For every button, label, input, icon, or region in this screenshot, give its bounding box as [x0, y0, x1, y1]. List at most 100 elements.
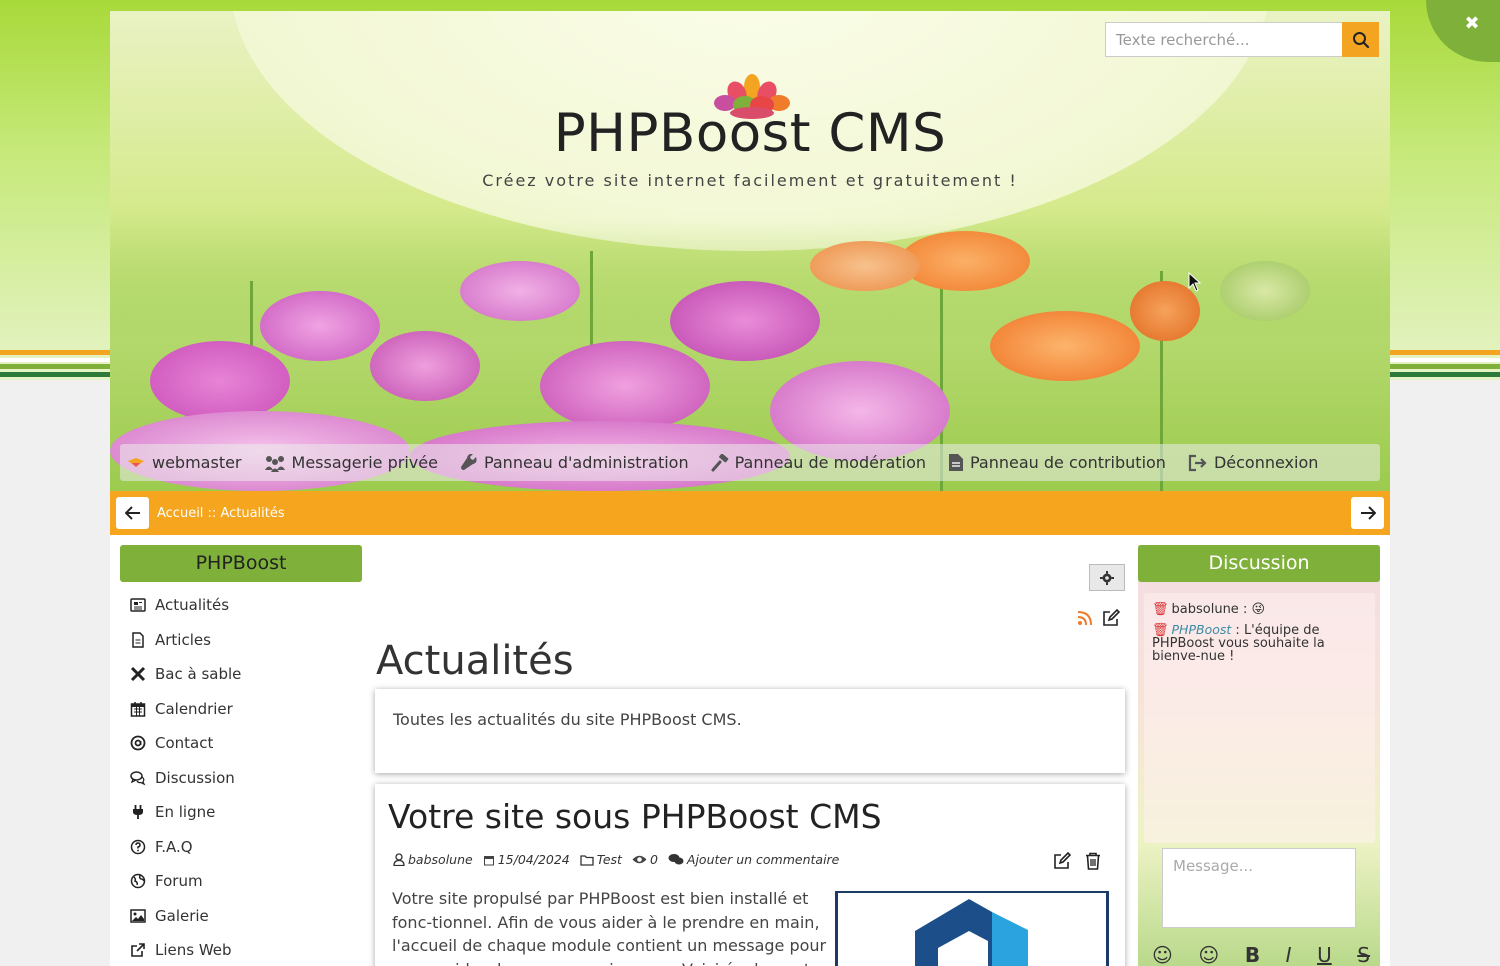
user-menu-item-messagerie[interactable]: Messagerie privée [264, 453, 438, 472]
menu-item-liens-web[interactable]: Liens Web [120, 933, 362, 966]
chat-message-input[interactable]: Message... [1162, 848, 1356, 928]
menu-item-actualites[interactable]: Actualités [120, 588, 362, 623]
author-name: babsolune [408, 852, 473, 867]
comments-icon [130, 771, 146, 786]
file-icon [949, 454, 963, 471]
menu-item-label: Liens Web [155, 941, 232, 960]
site-slogan: Créez votre site internet facilement et … [482, 171, 1018, 190]
meta-comments[interactable]: Ajouter un commentaire [668, 852, 839, 867]
menu-item-label: Actualités [155, 596, 230, 615]
menu-item-galerie[interactable]: Galerie [120, 899, 362, 934]
search-button[interactable] [1342, 22, 1379, 57]
site-header: Texte recherché... PHPBoost CMS Créez vo… [110, 11, 1390, 491]
menu-item-discussion[interactable]: Discussion [120, 761, 362, 796]
comments-icon [668, 854, 684, 865]
trash-icon[interactable] [1085, 852, 1101, 870]
chat-author[interactable]: babsolune [1172, 602, 1239, 617]
back-button[interactable] [116, 497, 149, 529]
article-actions [1053, 852, 1101, 870]
phpboost-logo-icon [915, 899, 1028, 966]
menu-item-label: Contact [155, 734, 214, 753]
rss-icon[interactable] [1077, 610, 1093, 626]
emoji-code-icon[interactable]: ☺ [1198, 943, 1219, 966]
image-icon [130, 909, 146, 923]
mouse-cursor-icon [1188, 272, 1202, 292]
menu-item-label: Galerie [155, 906, 209, 925]
menu-item-faq[interactable]: F.A.Q [120, 830, 362, 865]
chat-message: 🗑 PHPBoost : L'équipe de PHPBoost vous so… [1152, 623, 1367, 663]
module-options-button[interactable] [1089, 564, 1125, 591]
trash-icon[interactable]: 🗑 [1152, 602, 1169, 617]
search-icon [1352, 31, 1369, 48]
discussion-messages: 🗑 babsolune : 😜 🗑 PHPBoost : L'équipe de P… [1144, 593, 1375, 843]
breadcrumb-bar: Accueil :: Actualités [110, 491, 1390, 535]
user-menu-item-deconnexion[interactable]: Déconnexion [1188, 453, 1318, 472]
question-icon [130, 839, 146, 854]
edit-icon[interactable] [1102, 609, 1120, 627]
users-icon [264, 455, 285, 472]
newspaper-icon [130, 598, 146, 612]
globe-icon [130, 874, 146, 889]
strikethrough-icon[interactable]: S [1357, 943, 1370, 966]
menu-item-label: F.A.Q [155, 837, 193, 856]
bold-icon[interactable]: B [1245, 943, 1260, 966]
menu-list: Actualités Articles Bac à sable Calendri… [120, 588, 362, 966]
meta-views: 0 [632, 852, 658, 867]
file-text-icon [132, 632, 144, 648]
menu-item-contact[interactable]: Contact [120, 726, 362, 761]
discussion-panel: Discussion 🗑 babsolune : 😜 🗑 PHPBoost : L'… [1138, 545, 1380, 966]
menu-item-calendrier[interactable]: Calendrier [120, 692, 362, 727]
arrow-left-icon [124, 506, 140, 520]
breadcrumb[interactable]: Accueil :: Actualités [157, 506, 285, 521]
menu-item-label: Forum [155, 872, 203, 891]
calendar-icon [483, 855, 494, 865]
menu-item-label: Discussion [155, 768, 235, 787]
smiley-icon[interactable]: ☺ [1152, 943, 1173, 966]
wrench-icon [460, 453, 477, 470]
underline-icon[interactable]: U [1317, 943, 1332, 966]
user-menu-item-moderation[interactable]: Panneau de modération [711, 453, 926, 472]
user-menu-label: Messagerie privée [291, 453, 438, 472]
forward-button[interactable] [1351, 497, 1384, 529]
meta-author[interactable]: babsolune [393, 852, 473, 867]
add-comment-link: Ajouter un commentaire [686, 852, 840, 867]
user-menu-item-contribution[interactable]: Panneau de contribution [948, 453, 1166, 472]
tools-icon: ✖ [1464, 12, 1480, 34]
meta-category[interactable]: Test [580, 852, 622, 867]
user-menu-item-admin[interactable]: Panneau d'administration [460, 453, 689, 472]
module-description: Toutes les actualités du site PHPBoost C… [375, 689, 1125, 773]
discussion-title: Discussion [1138, 545, 1380, 582]
plug-icon [133, 805, 143, 820]
menu-item-articles[interactable]: Articles [120, 623, 362, 658]
edit-icon[interactable] [1053, 852, 1071, 870]
user-menu: webmaster Messagerie privée Panneau d'ad… [120, 444, 1380, 481]
arrow-right-icon [1360, 506, 1376, 520]
article-meta: babsolune 15/04/2024 Test 0 Ajouter un c… [393, 852, 849, 867]
menu-item-label: Articles [155, 630, 211, 649]
menu-item-bac-a-sable[interactable]: Bac à sable [120, 657, 362, 692]
menu-item-label: En ligne [155, 803, 216, 822]
article-body: Votre site propulsé par PHPBoost est bie… [392, 889, 827, 966]
menu-item-forum[interactable]: Forum [120, 864, 362, 899]
sign-out-icon [1188, 454, 1207, 471]
user-avatar-icon [128, 457, 144, 467]
menu-item-en-ligne[interactable]: En ligne [120, 795, 362, 830]
gear-icon [1100, 570, 1114, 585]
chat-author[interactable]: PHPBoost [1172, 622, 1232, 637]
user-menu-item-webmaster[interactable]: webmaster [126, 453, 242, 472]
user-menu-label: webmaster [152, 453, 242, 472]
site-title[interactable]: PHPBoost CMS [110, 103, 1390, 164]
article-thumbnail [835, 891, 1109, 966]
italic-icon[interactable]: I [1286, 943, 1292, 966]
user-menu-label: Panneau de contribution [970, 453, 1166, 472]
chat-toolbar: ☺ ☺ B I U S [1146, 943, 1376, 966]
article-title[interactable]: Votre site sous PHPBoost CMS [388, 797, 882, 836]
article-category: Test [596, 852, 622, 867]
calendar-icon [130, 701, 146, 717]
view-count: 0 [649, 852, 658, 867]
tools-icon [130, 667, 146, 682]
search-input[interactable]: Texte recherché... [1105, 22, 1343, 57]
gavel-icon [711, 453, 728, 471]
folder-icon [580, 854, 594, 866]
description-text: Toutes les actualités du site PHPBoost C… [393, 710, 742, 729]
